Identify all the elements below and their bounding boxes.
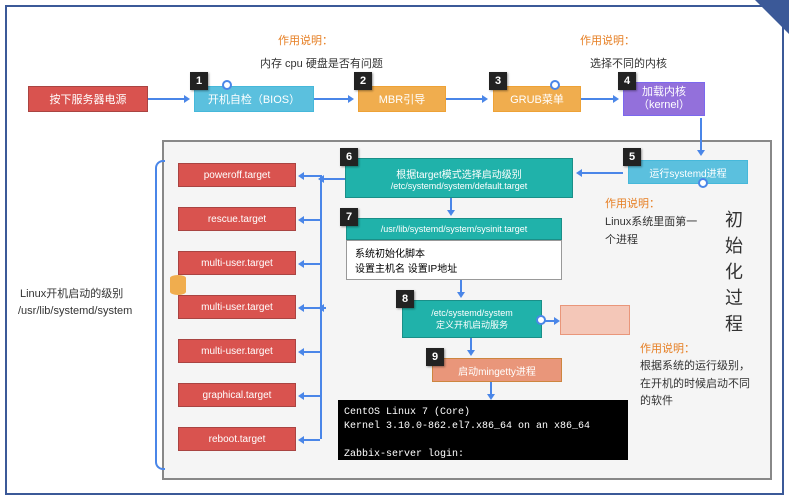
box-step6: 根据target模式选择启动级别 /etc/systemd/system/def… (345, 158, 573, 198)
num-9: 9 (426, 348, 444, 366)
desc-text-1: 内存 cpu 硬盘是否有问题 (260, 55, 383, 71)
step7-sub2: 设置主机名 设置IP地址 (355, 260, 457, 275)
box-step7-sub: 系统初始化脚本 设置主机名 设置IP地址 (346, 240, 562, 280)
step5-desc-label: 作用说明： (605, 195, 660, 211)
brace-bracket (155, 160, 165, 470)
arrow-1 (148, 98, 188, 100)
step5-desc: Linux系统里面第一个进程 (605, 214, 705, 249)
dot-grub (550, 80, 560, 90)
step8-desc-label: 作用说明： (640, 340, 695, 356)
num-7: 7 (340, 208, 358, 226)
box-step8-aux (560, 305, 630, 335)
dot-step5 (698, 178, 708, 188)
num-4: 4 (618, 72, 636, 90)
fan-a5 (300, 395, 320, 397)
db-icon (170, 275, 186, 295)
box-step8: /etc/systemd/system 定义开机启动服务 (402, 300, 542, 338)
side-caption-2: /usr/lib/systemd/system (18, 305, 132, 317)
num-5: 5 (623, 148, 641, 166)
side-caption-1: Linux开机启动的级别 (20, 285, 123, 301)
desc-label-2: 作用说明： (580, 32, 635, 48)
arrow-2 (314, 98, 352, 100)
box-step5: 运行systemd进程 (628, 160, 748, 184)
vertical-title: 初始化过程 (720, 210, 746, 340)
dot-bios (222, 80, 232, 90)
arrow-5to6 (578, 172, 623, 174)
target-3: multi-user.target (178, 295, 296, 319)
num-2: 2 (354, 72, 372, 90)
step7-sub1: 系统初始化脚本 (355, 245, 425, 260)
step8-desc: 根据系统的运行级别，在开机的时候启动不同的软件 (640, 358, 760, 411)
step8-line1: /etc/systemd/system (431, 308, 513, 318)
fan-a2 (300, 263, 320, 265)
num-8: 8 (396, 290, 414, 308)
target-1: rescue.target (178, 207, 296, 231)
dot-step8 (536, 315, 546, 325)
term-l2: Kernel 3.10.0-862.el7.x86_64 on an x86_6… (344, 421, 590, 432)
arrow-kernel-down (700, 118, 702, 154)
target-5: graphical.target (178, 383, 296, 407)
box-step7: /usr/lib/systemd/system/sysinit.target (346, 218, 562, 240)
desc-text-2: 选择不同的内核 (590, 55, 667, 71)
desc-label-1: 作用说明： (278, 32, 333, 48)
box-step9: 启动mingetty进程 (432, 358, 562, 382)
fan-root (320, 307, 326, 309)
arrow-4 (581, 98, 617, 100)
fan-a6 (300, 439, 320, 441)
arrow-8aux (544, 320, 558, 322)
box-power: 按下服务器电源 (28, 86, 148, 112)
step6-line1: 根据target模式选择启动级别 (396, 166, 522, 181)
fan-a4 (300, 351, 320, 353)
num-3: 3 (489, 72, 507, 90)
target-0: poweroff.target (178, 163, 296, 187)
arrow-3 (446, 98, 486, 100)
num-1: 1 (190, 72, 208, 90)
terminal: CentOS Linux 7 (Core) Kernel 3.10.0-862.… (338, 400, 628, 460)
target-4: multi-user.target (178, 339, 296, 363)
step8-line2: 定义开机启动服务 (436, 318, 508, 331)
fan-a1 (300, 219, 320, 221)
target-6: reboot.target (178, 427, 296, 451)
arrow-8to9 (470, 338, 472, 354)
arrow-6to-targets (320, 178, 345, 180)
term-l3: Zabbix-server login: (344, 449, 464, 460)
num-6: 6 (340, 148, 358, 166)
target-2: multi-user.target (178, 251, 296, 275)
step6-line2: /etc/systemd/system/default.target (391, 181, 528, 191)
arrow-6to7 (450, 198, 452, 214)
term-l1: CentOS Linux 7 (Core) (344, 407, 470, 418)
arrow-9toterm (490, 382, 492, 398)
box-bios: 开机自检（BIOS） (194, 86, 314, 112)
arrow-7to8 (460, 280, 462, 296)
